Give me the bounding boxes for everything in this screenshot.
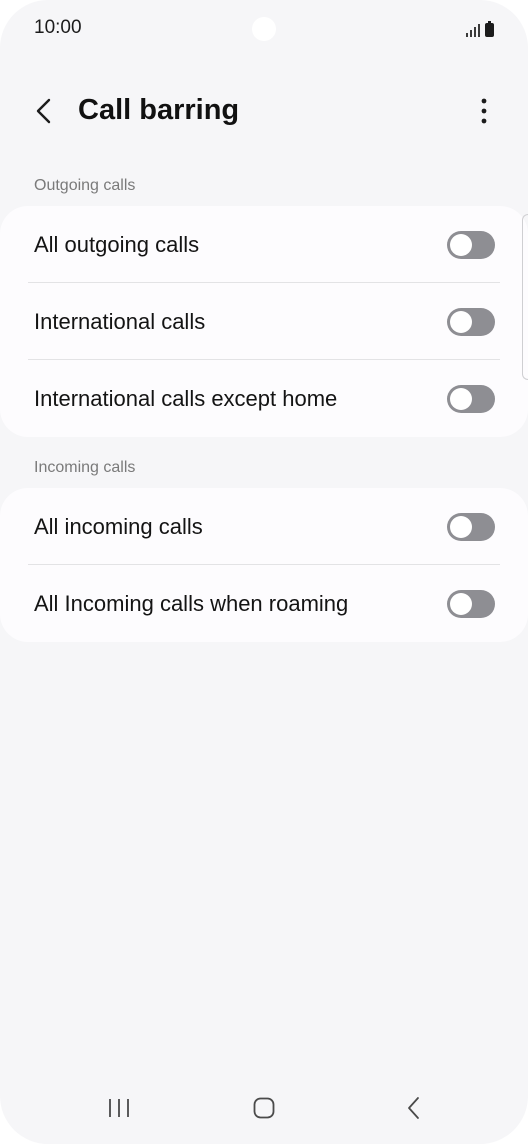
back-button[interactable] bbox=[24, 90, 64, 132]
section-header-outgoing: Outgoing calls bbox=[34, 177, 136, 194]
page-title: Call barring bbox=[78, 94, 240, 126]
toggle-switch[interactable] bbox=[447, 589, 495, 618]
recents-icon bbox=[109, 1099, 129, 1117]
back-icon bbox=[408, 1097, 419, 1119]
toggle-knob bbox=[450, 310, 472, 333]
toggle-switch[interactable] bbox=[447, 512, 495, 541]
chevron-left-icon bbox=[36, 98, 51, 124]
toggle-switch[interactable] bbox=[447, 384, 495, 413]
list-item-all-incoming-calls-when-roaming[interactable]: All Incoming calls when roaming bbox=[0, 565, 528, 642]
nav-back-button[interactable] bbox=[384, 1088, 444, 1128]
home-icon bbox=[253, 1097, 275, 1119]
list-item-international-calls[interactable]: International calls bbox=[0, 283, 528, 360]
incoming-calls-card: All incoming calls All Incoming calls wh… bbox=[0, 488, 528, 642]
status-bar: 10:00 bbox=[0, 0, 528, 58]
status-time: 10:00 bbox=[34, 17, 82, 38]
list-item-label: International calls bbox=[34, 308, 206, 334]
battery-icon bbox=[485, 21, 494, 37]
toggle-knob bbox=[450, 387, 472, 410]
list-item-international-calls-except-home[interactable]: International calls except home bbox=[0, 360, 528, 437]
scrollbar[interactable] bbox=[522, 214, 528, 380]
home-button[interactable] bbox=[234, 1088, 294, 1128]
toggle-switch[interactable] bbox=[447, 307, 495, 336]
toggle-switch[interactable] bbox=[447, 230, 495, 259]
more-vertical-icon bbox=[481, 98, 487, 124]
recents-button[interactable] bbox=[89, 1088, 149, 1128]
list-item-label: All Incoming calls when roaming bbox=[34, 590, 349, 616]
navigation-bar bbox=[0, 1080, 528, 1144]
status-icons bbox=[466, 20, 494, 37]
list-item-all-outgoing-calls[interactable]: All outgoing calls bbox=[0, 206, 528, 283]
list-item-all-incoming-calls[interactable]: All incoming calls bbox=[0, 488, 528, 565]
outgoing-calls-card: All outgoing calls International calls I… bbox=[0, 206, 528, 437]
list-item-label: All outgoing calls bbox=[34, 231, 200, 257]
toggle-knob bbox=[450, 515, 472, 538]
more-options-button[interactable] bbox=[466, 90, 502, 132]
phone-screen: 10:00 Call barring Outgoing calls All ou… bbox=[0, 0, 528, 1144]
list-item-label: All incoming calls bbox=[34, 513, 203, 539]
section-header-incoming: Incoming calls bbox=[34, 459, 136, 476]
signal-icon bbox=[466, 23, 480, 37]
list-item-label: International calls except home bbox=[34, 385, 338, 411]
camera-cutout bbox=[252, 17, 276, 41]
toggle-knob bbox=[450, 233, 472, 256]
toggle-knob bbox=[450, 592, 472, 615]
app-header: Call barring bbox=[0, 80, 528, 142]
